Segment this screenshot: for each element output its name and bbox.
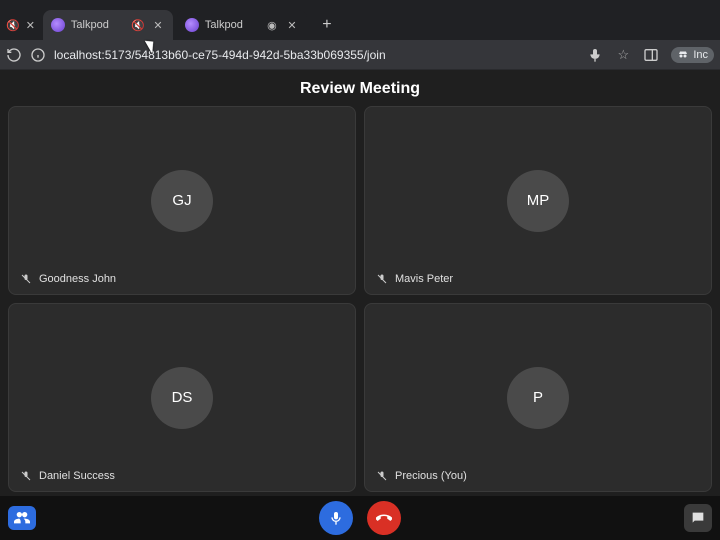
tab-close-icon[interactable]: ✕ — [285, 19, 299, 32]
tab-favicon-icon — [51, 18, 65, 32]
meeting-title: Review Meeting — [0, 70, 720, 106]
participant-name: Mavis Peter — [395, 273, 453, 285]
avatar: P — [507, 367, 569, 429]
avatar: DS — [151, 367, 213, 429]
participant-name: Precious (You) — [395, 470, 467, 482]
mic-muted-icon — [375, 469, 389, 483]
participant-tile[interactable]: GJ Goodness John — [8, 106, 356, 295]
participant-name-row: Daniel Success — [19, 469, 115, 483]
avatar: GJ — [151, 170, 213, 232]
nav-reload-icon[interactable] — [6, 47, 22, 63]
panel-toggle-icon[interactable] — [643, 47, 659, 63]
toggle-mic-button[interactable] — [319, 501, 353, 535]
bottom-toolbar — [0, 496, 720, 540]
participant-tile[interactable]: DS Daniel Success — [8, 303, 356, 492]
participant-name-row: Precious (You) — [375, 469, 467, 483]
bookmark-star-icon[interactable]: ☆ — [615, 47, 631, 63]
chat-button[interactable] — [684, 504, 712, 532]
center-controls — [319, 501, 401, 535]
browser-tab-1[interactable]: Talkpod 🔇 ✕ — [43, 10, 173, 40]
participant-name: Goodness John — [39, 273, 116, 285]
recording-indicator-icon: ◉ — [265, 19, 279, 32]
participant-grid: GJ Goodness John MP Mavis Peter DS — [0, 106, 720, 496]
participant-name-row: Mavis Peter — [375, 272, 453, 286]
incognito-badge[interactable]: Inc — [671, 47, 714, 63]
tab-close-icon[interactable]: ✕ — [26, 19, 35, 32]
voice-search-icon[interactable] — [587, 47, 603, 63]
incognito-label: Inc — [693, 49, 708, 61]
browser-tab-2[interactable]: Talkpod ◉ ✕ — [177, 10, 307, 40]
previous-tab-controls: 🔇 ✕ — [6, 10, 39, 40]
mic-muted-icon — [375, 272, 389, 286]
address-bar: localhost:5173/54813b60-ce75-494d-942d-5… — [0, 40, 720, 70]
tab-favicon-icon — [185, 18, 199, 32]
tab-title: Talkpod — [71, 19, 125, 31]
tab-title: Talkpod — [205, 19, 259, 31]
avatar: MP — [507, 170, 569, 232]
participants-button[interactable] — [8, 506, 36, 530]
tab-close-icon[interactable]: ✕ — [151, 19, 165, 32]
browser-tab-strip: 🔇 ✕ Talkpod 🔇 ✕ Talkpod ◉ ✕ + — [0, 0, 720, 40]
new-tab-button[interactable]: + — [315, 13, 339, 37]
participant-tile-self[interactable]: P Precious (You) — [364, 303, 712, 492]
participant-name-row: Goodness John — [19, 272, 116, 286]
audio-mute-icon: 🔇 — [131, 19, 145, 32]
url-field[interactable]: localhost:5173/54813b60-ce75-494d-942d-5… — [54, 48, 579, 62]
mic-muted-icon — [19, 469, 33, 483]
participant-name: Daniel Success — [39, 470, 115, 482]
participant-tile[interactable]: MP Mavis Peter — [364, 106, 712, 295]
site-info-icon[interactable] — [30, 47, 46, 63]
meeting-app: Review Meeting GJ Goodness John MP Mavis… — [0, 70, 720, 540]
hangup-button[interactable] — [367, 501, 401, 535]
mic-muted-icon — [19, 272, 33, 286]
audio-mute-icon: 🔇 — [6, 19, 20, 32]
